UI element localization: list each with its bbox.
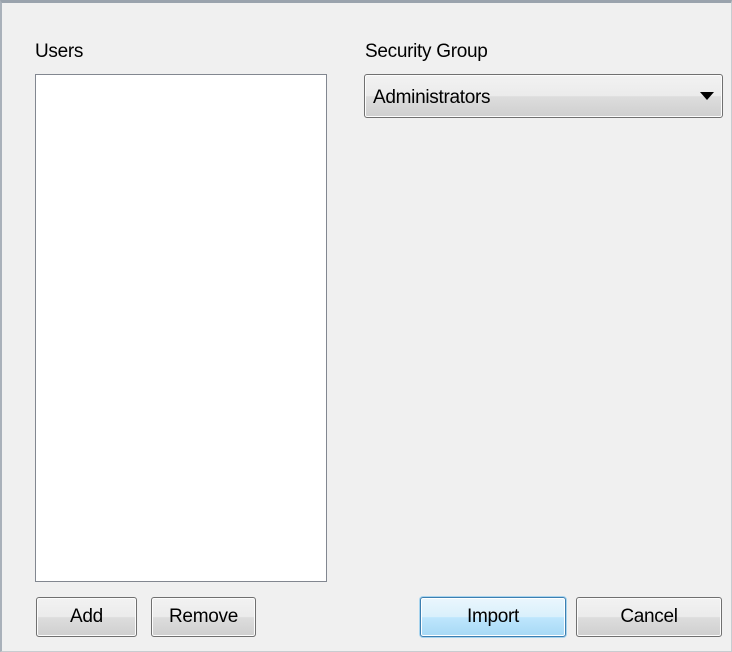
- security-group-dropdown[interactable]: Administrators: [364, 74, 723, 118]
- security-group-selected-value: Administrators: [373, 87, 491, 108]
- import-button[interactable]: Import: [420, 597, 566, 637]
- cancel-button[interactable]: Cancel: [576, 597, 722, 637]
- users-listbox[interactable]: [35, 74, 327, 582]
- security-group-label: Security Group: [365, 41, 488, 62]
- add-button[interactable]: Add: [36, 597, 137, 637]
- remove-button[interactable]: Remove: [151, 597, 256, 637]
- chevron-down-icon[interactable]: [700, 92, 714, 100]
- users-label: Users: [35, 41, 84, 62]
- import-users-dialog: Users Security Group Administrators Add …: [0, 0, 732, 652]
